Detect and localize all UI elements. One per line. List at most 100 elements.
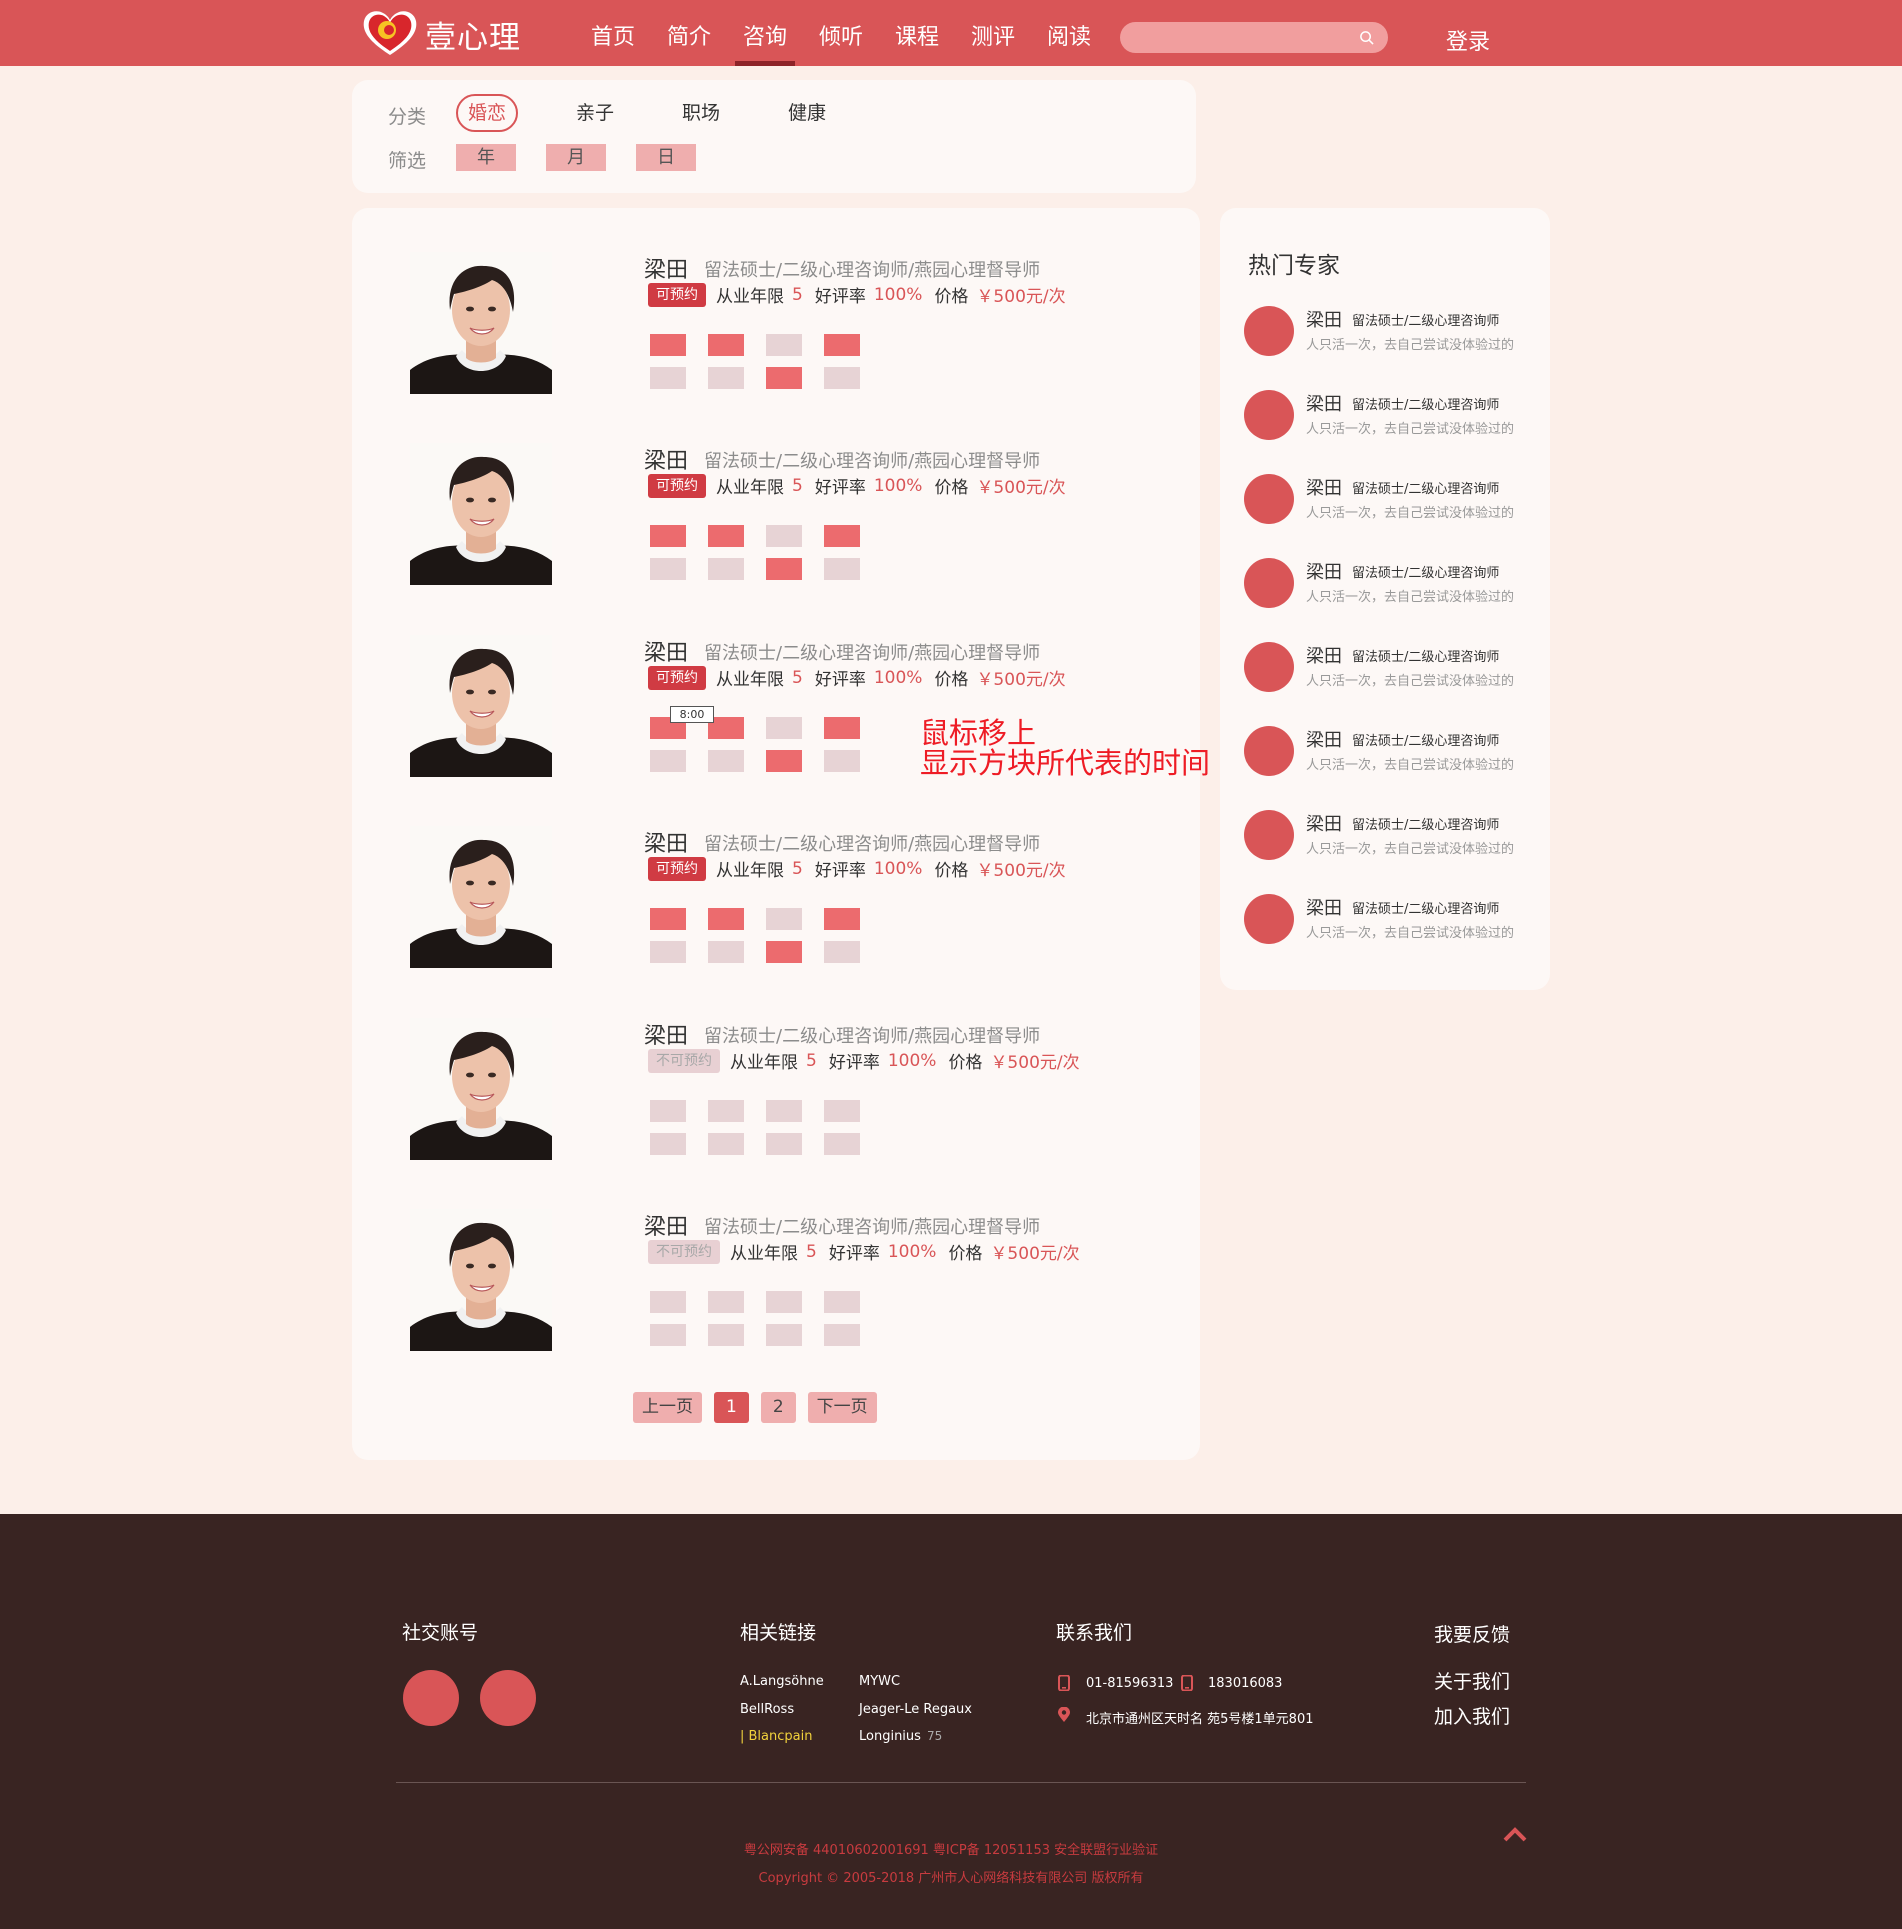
expert-name[interactable]: 梁田 <box>1306 642 1342 668</box>
expert-item[interactable]: 梁田 留法硕士/二级心理咨询师 人只活一次，去自己尝试没体验过的 <box>1244 726 1544 786</box>
time-slot-unavailable[interactable] <box>708 1324 744 1346</box>
join-us-link[interactable]: 加入我们 <box>1434 1702 1510 1729</box>
time-slot-unavailable[interactable] <box>708 1100 744 1122</box>
footer-link-highlighted[interactable]: | Blancpain <box>740 1729 812 1744</box>
time-slot-unavailable[interactable] <box>766 525 802 547</box>
expert-avatar[interactable] <box>1244 306 1294 356</box>
expert-item[interactable]: 梁田 留法硕士/二级心理咨询师 人只活一次，去自己尝试没体验过的 <box>1244 390 1544 450</box>
expert-avatar[interactable] <box>1244 810 1294 860</box>
category-health[interactable]: 健康 <box>788 94 826 132</box>
category-parenting[interactable]: 亲子 <box>576 94 614 132</box>
social-account-1[interactable] <box>403 1670 459 1726</box>
unavailable-badge[interactable]: 不可预约 <box>648 1048 720 1073</box>
expert-item[interactable]: 梁田 留法硕士/二级心理咨询师 人只活一次，去自己尝试没体验过的 <box>1244 642 1544 702</box>
time-slot-unavailable[interactable] <box>824 1324 860 1346</box>
time-slot-unavailable[interactable] <box>708 367 744 389</box>
footer-link[interactable]: MYWC <box>859 1674 900 1689</box>
next-page-button[interactable]: 下一页 <box>807 1392 877 1423</box>
time-slot-unavailable[interactable] <box>766 334 802 356</box>
expert-name[interactable]: 梁田 <box>1306 390 1342 416</box>
time-slot-unavailable[interactable] <box>824 1133 860 1155</box>
social-account-2[interactable] <box>480 1670 536 1726</box>
time-slot-unavailable[interactable] <box>766 717 802 739</box>
expert-item[interactable]: 梁田 留法硕士/二级心理咨询师 人只活一次，去自己尝试没体验过的 <box>1244 306 1544 366</box>
nav-courses[interactable]: 课程 <box>879 0 955 66</box>
time-slot-unavailable[interactable] <box>708 941 744 963</box>
search-icon[interactable] <box>1359 30 1374 45</box>
available-badge[interactable]: 可预约 <box>648 473 706 498</box>
time-slot-unavailable[interactable] <box>824 558 860 580</box>
counselor-name[interactable]: 梁田 <box>644 1209 688 1241</box>
counselor-avatar[interactable] <box>410 443 552 585</box>
time-slot-available[interactable] <box>650 908 686 930</box>
nav-home[interactable]: 首页 <box>575 0 651 66</box>
counselor-name[interactable]: 梁田 <box>644 443 688 475</box>
brand-name[interactable]: 壹心理 <box>425 12 521 57</box>
search-input[interactable] <box>1120 22 1350 53</box>
time-slot-unavailable[interactable] <box>650 1100 686 1122</box>
time-slot-unavailable[interactable] <box>650 750 686 772</box>
expert-avatar[interactable] <box>1244 390 1294 440</box>
expert-avatar[interactable] <box>1244 726 1294 776</box>
nav-consult[interactable]: 咨询 <box>727 0 803 66</box>
expert-name[interactable]: 梁田 <box>1306 558 1342 584</box>
time-slot-unavailable[interactable] <box>650 1291 686 1313</box>
expert-avatar[interactable] <box>1244 894 1294 944</box>
footer-link[interactable]: BellRoss <box>740 1702 794 1717</box>
time-slot-available[interactable] <box>824 908 860 930</box>
expert-item[interactable]: 梁田 留法硕士/二级心理咨询师 人只活一次，去自己尝试没体验过的 <box>1244 474 1544 534</box>
time-slot-unavailable[interactable] <box>650 1133 686 1155</box>
time-slot-available[interactable] <box>766 750 802 772</box>
counselor-name[interactable]: 梁田 <box>644 1018 688 1050</box>
counselor-name[interactable]: 梁田 <box>644 252 688 284</box>
available-badge[interactable]: 可预约 <box>648 856 706 881</box>
counselor-avatar[interactable] <box>410 826 552 968</box>
time-slot-available[interactable] <box>824 717 860 739</box>
time-slot-available[interactable] <box>650 525 686 547</box>
expert-avatar[interactable] <box>1244 474 1294 524</box>
prev-page-button[interactable]: 上一页 <box>633 1392 702 1423</box>
footer-link[interactable]: Longinius 75 <box>859 1729 942 1744</box>
time-slot-unavailable[interactable] <box>708 750 744 772</box>
expert-name[interactable]: 梁田 <box>1306 306 1342 332</box>
expert-avatar[interactable] <box>1244 642 1294 692</box>
category-workplace[interactable]: 职场 <box>682 94 720 132</box>
time-slot-unavailable[interactable] <box>766 1291 802 1313</box>
time-slot-unavailable[interactable] <box>650 1324 686 1346</box>
time-slot-unavailable[interactable] <box>824 1100 860 1122</box>
page-1-button[interactable]: 1 <box>714 1392 749 1423</box>
expert-item[interactable]: 梁田 留法硕士/二级心理咨询师 人只活一次，去自己尝试没体验过的 <box>1244 894 1544 954</box>
available-badge[interactable]: 可预约 <box>648 282 706 307</box>
time-slot-available[interactable] <box>708 334 744 356</box>
expert-avatar[interactable] <box>1244 558 1294 608</box>
time-slot-unavailable[interactable] <box>708 1291 744 1313</box>
counselor-name[interactable]: 梁田 <box>644 826 688 858</box>
time-slot-available[interactable] <box>766 558 802 580</box>
feedback-link[interactable]: 我要反馈 <box>1434 1620 1510 1647</box>
time-slot-unavailable[interactable] <box>708 1133 744 1155</box>
nav-intro[interactable]: 简介 <box>651 0 727 66</box>
time-slot-available[interactable] <box>824 334 860 356</box>
time-slot-available[interactable] <box>708 525 744 547</box>
category-marriage[interactable]: 婚恋 <box>456 94 518 132</box>
filter-year-button[interactable]: 年 <box>456 144 516 171</box>
footer-link[interactable]: A.Langsöhne <box>740 1674 824 1689</box>
time-slot-unavailable[interactable] <box>824 750 860 772</box>
nav-reading[interactable]: 阅读 <box>1031 0 1107 66</box>
login-link[interactable]: 登录 <box>1446 24 1490 56</box>
expert-name[interactable]: 梁田 <box>1306 894 1342 920</box>
footer-link[interactable]: Jeager-Le Regaux <box>859 1702 972 1717</box>
counselor-avatar[interactable] <box>410 1018 552 1160</box>
time-slot-unavailable[interactable] <box>824 1291 860 1313</box>
about-us-link[interactable]: 关于我们 <box>1434 1667 1510 1694</box>
time-slot-unavailable[interactable] <box>766 1133 802 1155</box>
page-2-button[interactable]: 2 <box>760 1392 796 1423</box>
time-slot-unavailable[interactable] <box>650 941 686 963</box>
nav-listen[interactable]: 倾听 <box>803 0 879 66</box>
time-slot-available[interactable] <box>824 525 860 547</box>
filter-month-button[interactable]: 月 <box>546 144 606 171</box>
expert-name[interactable]: 梁田 <box>1306 474 1342 500</box>
available-badge[interactable]: 可预约 <box>648 665 706 690</box>
time-slot-unavailable[interactable] <box>650 558 686 580</box>
time-slot-unavailable[interactable] <box>708 558 744 580</box>
